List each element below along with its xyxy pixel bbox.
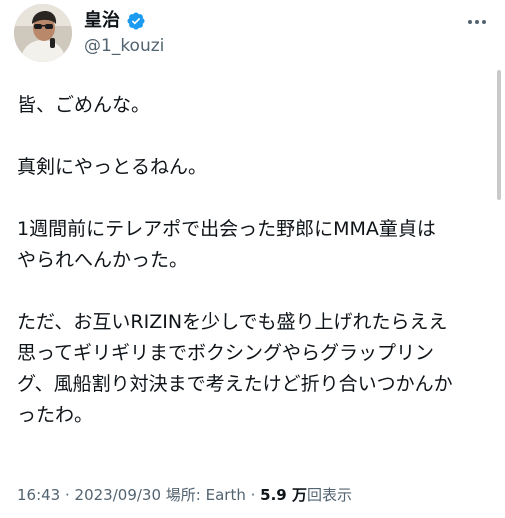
verified-badge-icon bbox=[126, 11, 146, 31]
avatar-photo bbox=[14, 4, 72, 62]
author-name-row: 皇治 bbox=[84, 8, 146, 34]
tweet-text: 皆、ごめんな。 真剣にやっとるねん。 1週間前にテレアポで出会った野郎にMMA童… bbox=[17, 90, 495, 431]
tweet-line: やられへんかった。 bbox=[17, 249, 189, 271]
tweet-paragraph: 真剣にやっとるねん。 bbox=[17, 152, 495, 183]
avatar[interactable] bbox=[14, 4, 72, 62]
meta-separator: · bbox=[245, 486, 261, 504]
author-display-name[interactable]: 皇治 bbox=[84, 8, 120, 34]
tweet-line: ただ、お互いRIZINを少しでも盛り上げれたらええ bbox=[17, 311, 448, 333]
more-dots-icon bbox=[468, 20, 486, 24]
tweet-line: グ、風船割り対決まで考えたけど折り合いつかんか bbox=[17, 373, 453, 395]
author-handle[interactable]: @1_kouzi bbox=[84, 34, 164, 58]
tweet-card: 皇治 @1_kouzi 皆、ごめんな。 真剣にやっとるねん。 1週間前にテレアポ… bbox=[0, 0, 505, 518]
tweet-line: 皆、ごめんな。 bbox=[17, 94, 151, 116]
tweet-date[interactable]: 2023/09/30 bbox=[75, 486, 161, 504]
tweet-time[interactable]: 16:43 bbox=[17, 486, 60, 504]
tweet-line: ったわ。 bbox=[17, 404, 94, 426]
meta-separator: · bbox=[60, 486, 75, 504]
tweet-paragraph: ただ、お互いRIZINを少しでも盛り上げれたらええ 思ってギリギリまでボクシング… bbox=[17, 307, 495, 431]
tweet-line: 真剣にやっとるねん。 bbox=[17, 156, 208, 178]
views-count: 5.9 万 bbox=[260, 486, 307, 504]
tweet-meta: 16:43 · 2023/09/30 場所: Earth · 5.9 万回表示 bbox=[17, 484, 352, 506]
more-options-button[interactable] bbox=[462, 10, 492, 34]
tweet-location[interactable]: 場所: Earth bbox=[166, 486, 246, 504]
tweet-paragraph: 皆、ごめんな。 bbox=[17, 90, 495, 121]
views-label: 回表示 bbox=[306, 486, 352, 504]
tweet-paragraph: 1週間前にテレアポで出会った野郎にMMA童貞は やられへんかった。 bbox=[17, 214, 495, 276]
tweet-line: 思ってギリギリまでボクシングやらグラップリン bbox=[17, 342, 435, 364]
tweet-line: 1週間前にテレアポで出会った野郎にMMA童貞は bbox=[17, 218, 436, 240]
scrollbar[interactable] bbox=[497, 70, 501, 200]
